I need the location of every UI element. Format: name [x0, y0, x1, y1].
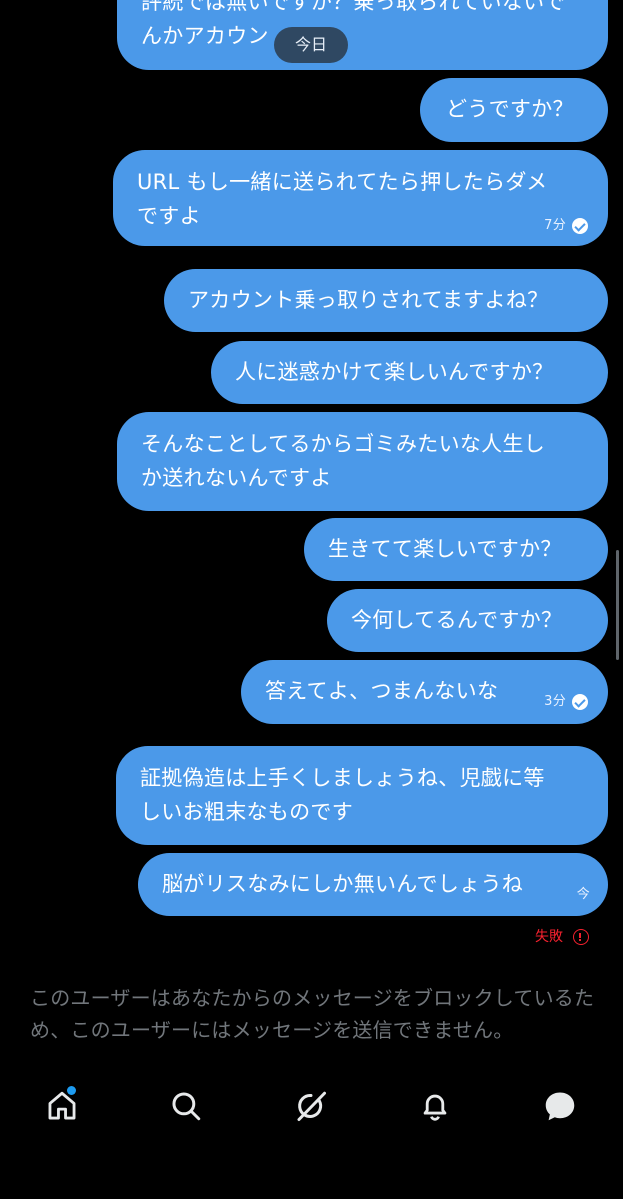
tab-search[interactable]	[166, 1086, 206, 1126]
message-bubble[interactable]: 今何してるんですか？	[327, 589, 608, 652]
message-bubble[interactable]: そんなことしてるからゴミみたいな人生し か送れないんですよ	[117, 412, 608, 511]
send-failed-status[interactable]: 失敗	[535, 926, 589, 948]
message-bubble[interactable]: アカウント乗っ取りされてますよね？	[164, 269, 608, 332]
grok-icon	[297, 1091, 326, 1121]
message-text: どうですか？	[446, 97, 574, 121]
message-bubble[interactable]: どうですか？	[420, 78, 608, 142]
read-check-icon	[572, 694, 588, 710]
date-divider: 今日	[274, 27, 348, 63]
message-bubble[interactable]: 生きてて楽しいですか？	[304, 518, 608, 581]
message-text: 生きてて楽しいですか？	[328, 537, 562, 561]
message-text: URL もし一緒に送られてたら押したらダメ	[137, 170, 548, 194]
tab-notifications[interactable]	[415, 1086, 455, 1126]
message-bubble[interactable]: 評続では無いですか？乗っ取られていないで んかアカウン	[117, 0, 608, 70]
message-bubble[interactable]: 脳がリスなみにしか無いんでしょうね 今	[138, 853, 608, 916]
notification-dot	[67, 1086, 76, 1095]
message-text: 脳がリスなみにしか無いんでしょうね	[162, 872, 524, 896]
conversation-thread[interactable]: 評続では無いですか？乗っ取られていないで んかアカウン 今日 どうですか？ UR…	[0, 0, 623, 980]
message-time: 7分	[544, 218, 566, 233]
message-meta: 3分	[544, 694, 588, 710]
messages-icon	[545, 1092, 575, 1121]
message-bubble[interactable]: URL もし一緒に送られてたら押したらダメ ですよ 7分	[113, 150, 608, 246]
failed-label: 失敗	[535, 929, 563, 945]
bell-icon	[423, 1094, 447, 1121]
message-text: そんなことしてるからゴミみたいな人生し	[141, 432, 546, 456]
message-time: 今	[576, 887, 590, 902]
read-check-icon	[572, 218, 588, 234]
info-icon[interactable]	[573, 929, 589, 945]
message-bubble[interactable]: 答えてよ、つまんないな 3分	[241, 660, 608, 724]
message-time: 3分	[544, 694, 566, 709]
message-text: ですよ	[137, 204, 201, 228]
message-text: 評続では無いですか？乗っ取られていないで	[141, 0, 566, 14]
message-text: んかアカウン	[141, 24, 269, 48]
message-bubble[interactable]: 人に迷惑かけて楽しいんですか？	[211, 341, 608, 404]
message-text: 今何してるんですか？	[351, 608, 563, 632]
tab-grok[interactable]	[291, 1086, 331, 1126]
home-icon	[45, 1086, 79, 1123]
message-text: 答えてよ、つまんないな	[265, 679, 499, 703]
message-text: アカウント乗っ取りされてますよね？	[188, 288, 549, 312]
message-text: 人に迷惑かけて楽しいんですか？	[235, 360, 554, 384]
tab-home[interactable]	[42, 1086, 82, 1126]
search-icon	[172, 1092, 201, 1121]
message-text: か送れないんですよ	[141, 466, 332, 490]
message-meta: 今	[577, 887, 590, 903]
scrollbar[interactable]	[616, 550, 619, 660]
message-bubble[interactable]: 証拠偽造は上手くしましょうね、児戯に等 しいお粗末なものです	[116, 746, 608, 845]
message-text: しいお粗末なものです	[140, 800, 353, 824]
message-meta: 7分	[544, 218, 588, 234]
message-text: 証拠偽造は上手くしましょうね、児戯に等	[140, 766, 545, 790]
tab-messages[interactable]	[540, 1086, 580, 1126]
bottom-tab-bar	[0, 1072, 623, 1142]
blocked-notice: このユーザーはあなたからのメッセージをブロックしているため、このユーザーにはメッ…	[30, 986, 595, 1042]
